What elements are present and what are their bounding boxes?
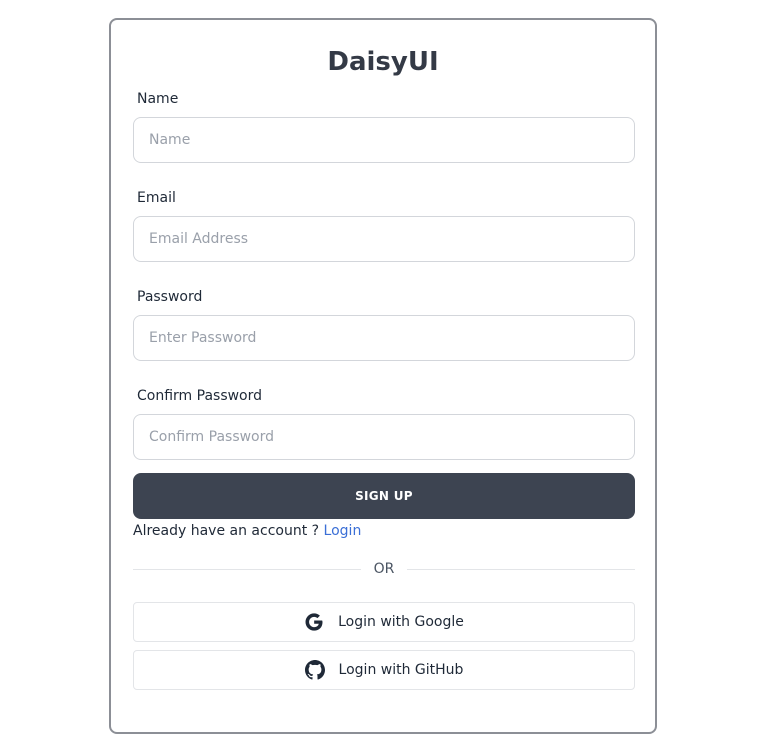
login-prompt-text: Already have an account ? bbox=[133, 523, 320, 539]
password-label: Password bbox=[137, 289, 203, 305]
signup-card: DaisyUI Name Email Password Confirm Pass… bbox=[109, 18, 657, 734]
github-button-label: Login with GitHub bbox=[338, 662, 464, 678]
sign-up-button[interactable]: SIGN UP bbox=[133, 473, 635, 519]
or-divider: OR bbox=[133, 560, 635, 578]
confirm-password-input[interactable] bbox=[133, 414, 635, 460]
google-button-label: Login with Google bbox=[338, 614, 464, 630]
confirm-password-label: Confirm Password bbox=[137, 388, 263, 404]
name-label: Name bbox=[137, 91, 179, 107]
login-with-google-button[interactable]: Login with Google bbox=[133, 602, 635, 642]
password-input[interactable] bbox=[133, 315, 635, 361]
login-prompt: Already have an account ? Login bbox=[133, 522, 361, 540]
page-title: DaisyUI bbox=[327, 47, 439, 77]
email-label: Email bbox=[137, 190, 176, 206]
login-with-github-button[interactable]: Login with GitHub bbox=[133, 650, 635, 690]
name-input[interactable] bbox=[133, 117, 635, 163]
divider-line-right bbox=[407, 569, 635, 570]
github-icon bbox=[304, 660, 325, 680]
google-icon bbox=[304, 612, 324, 632]
email-input[interactable] bbox=[133, 216, 635, 262]
login-link[interactable]: Login bbox=[324, 523, 362, 539]
